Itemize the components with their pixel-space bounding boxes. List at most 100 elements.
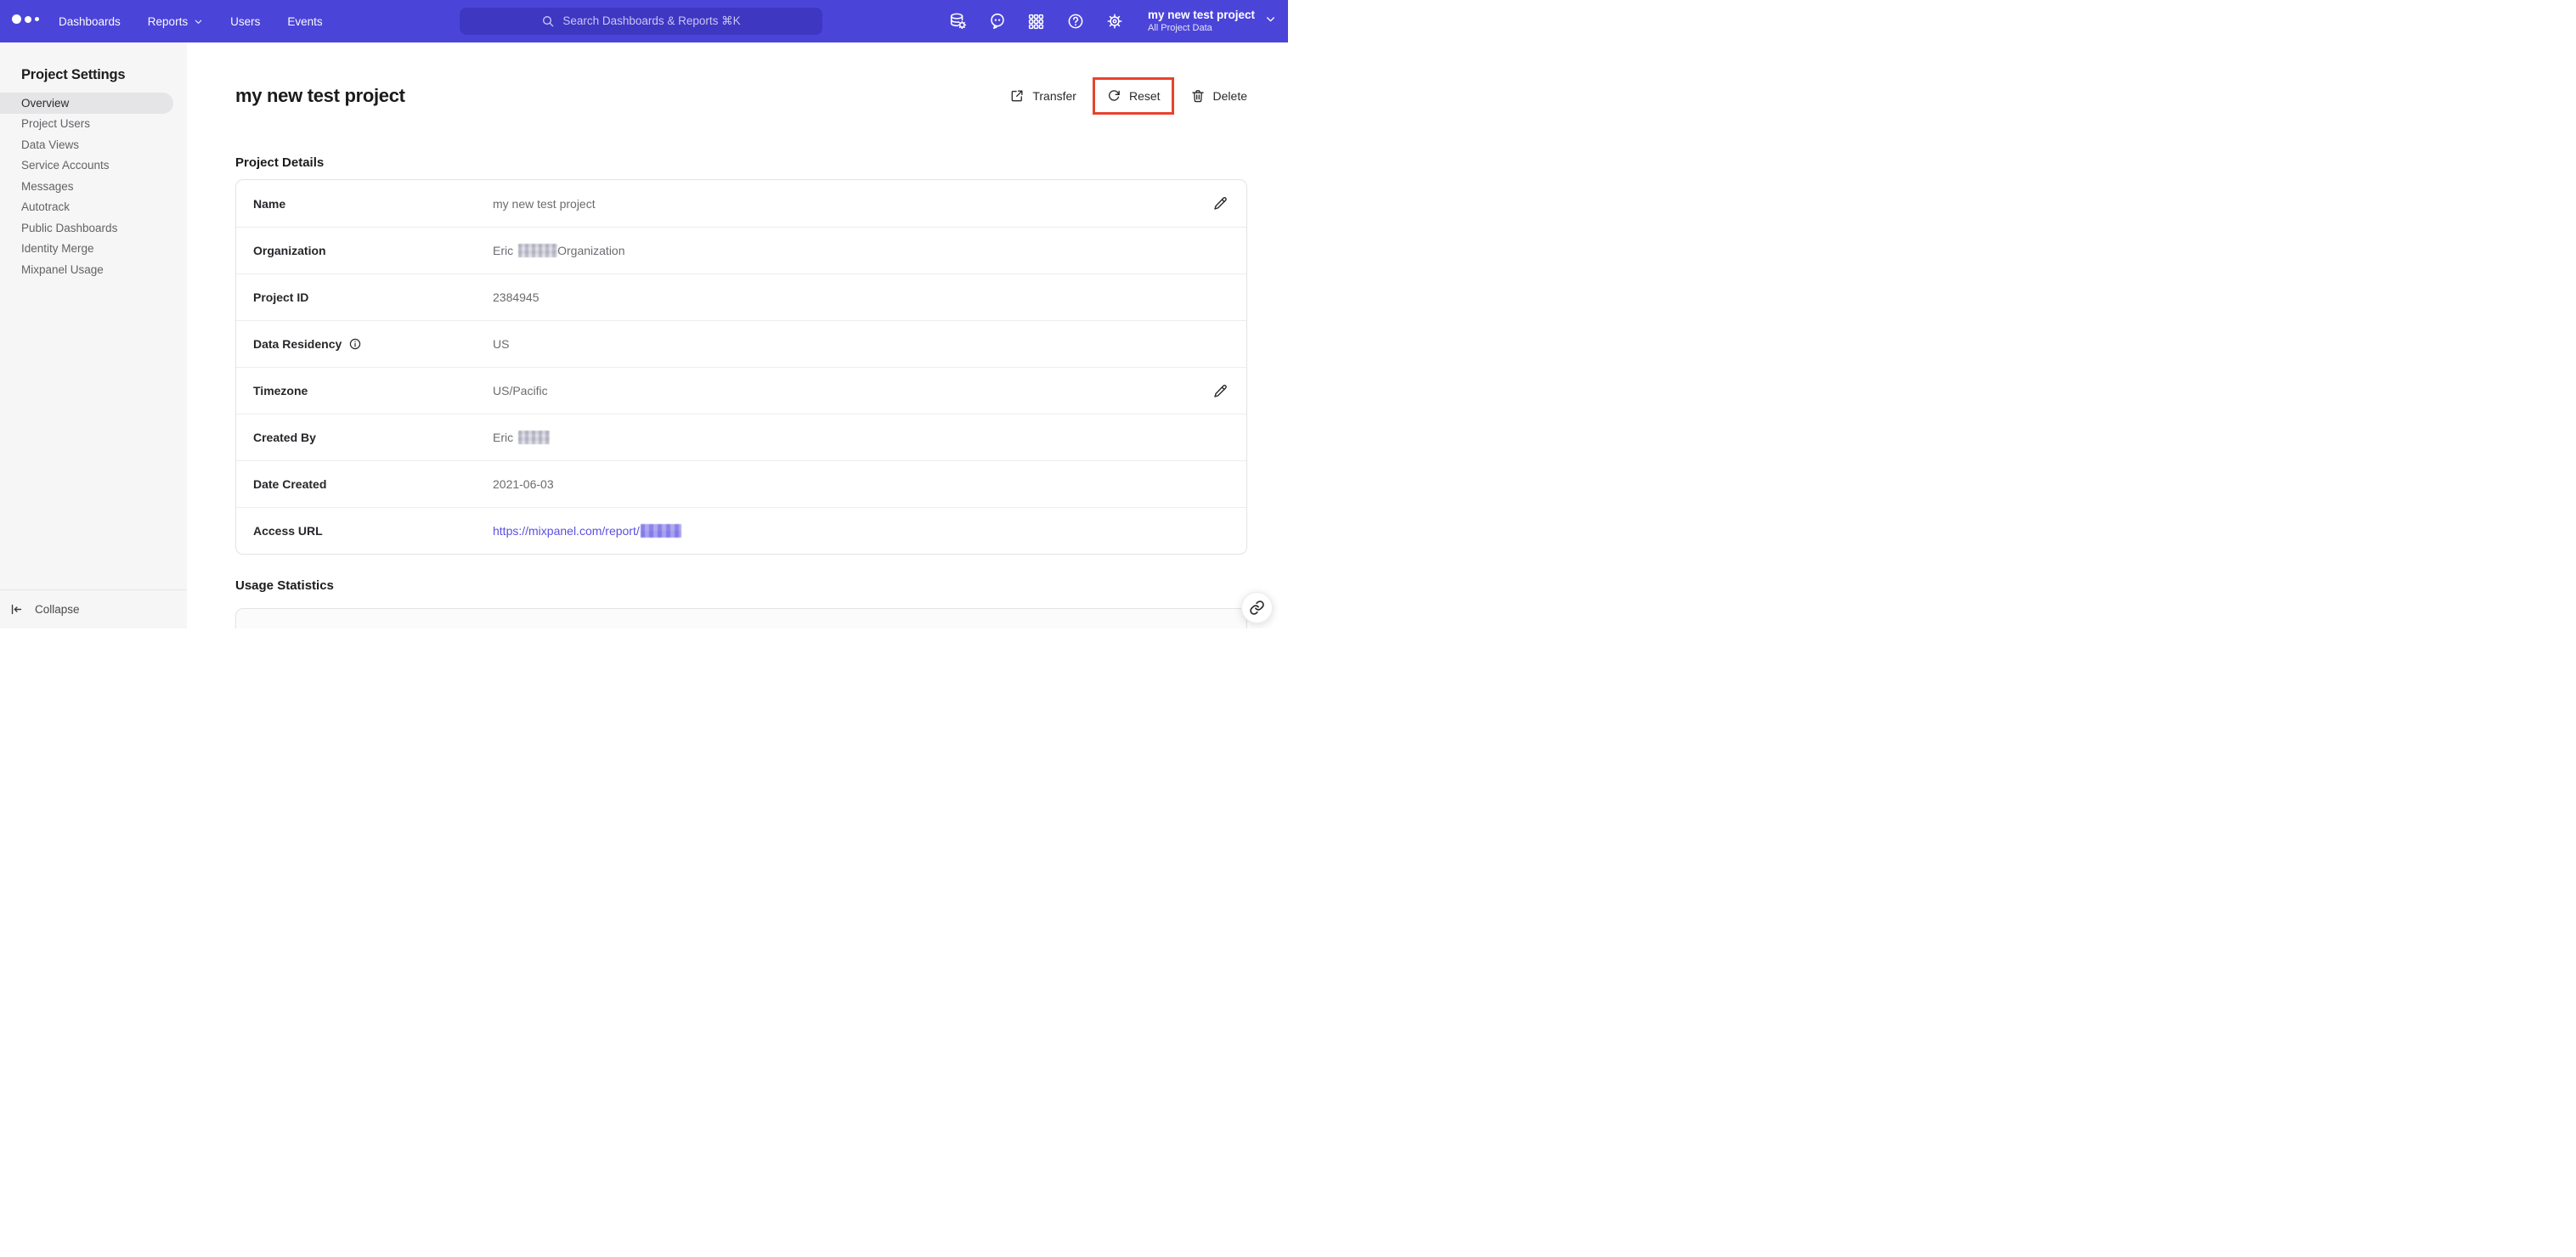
redacted-text <box>518 431 551 444</box>
settings-button[interactable] <box>1105 12 1124 31</box>
detail-row-access-url: Access URL https://mixpanel.com/report/ <box>236 507 1246 554</box>
nav-label: Reports <box>147 14 189 28</box>
search-placeholder: Search Dashboards & Reports ⌘K <box>562 14 741 27</box>
settings-sidebar: Project Settings Overview Project Users … <box>0 42 187 628</box>
pencil-icon <box>1212 195 1231 211</box>
nav-users[interactable]: Users <box>230 15 260 28</box>
row-value: my new test project <box>493 196 596 211</box>
search-icon <box>541 14 555 28</box>
detail-row-name: Name my new test project <box>236 180 1246 227</box>
delete-button[interactable]: Delete <box>1190 88 1247 104</box>
project-actions: Transfer Reset Delete <box>1009 77 1247 115</box>
help-button[interactable] <box>1066 12 1085 31</box>
link-text: https://mixpanel.com/report/ <box>493 524 640 538</box>
data-management-icon <box>949 12 968 31</box>
sidebar-item-data-views[interactable]: Data Views <box>0 134 173 155</box>
nav-label: Events <box>287 14 323 28</box>
pencil-icon <box>1212 383 1231 399</box>
sidebar-item-messages[interactable]: Messages <box>0 176 173 197</box>
reset-highlight-annotation: Reset <box>1092 77 1174 115</box>
project-selector-text: my new test project All Project Data <box>1148 8 1255 35</box>
delete-label: Delete <box>1212 89 1247 103</box>
transfer-label: Transfer <box>1032 89 1076 103</box>
feedback-button[interactable] <box>988 12 1007 31</box>
sidebar-item-project-users[interactable]: Project Users <box>0 114 173 135</box>
logo-dot <box>12 14 21 24</box>
apps-grid-icon <box>1027 13 1045 31</box>
edit-timezone-button[interactable] <box>1212 381 1231 400</box>
sidebar-item-autotrack[interactable]: Autotrack <box>0 197 173 218</box>
main-content: my new test project Transfer Reset Delet… <box>187 42 1288 628</box>
reset-icon <box>1106 88 1121 104</box>
sidebar-item-service-accounts[interactable]: Service Accounts <box>0 155 173 177</box>
detail-row-organization: Organization Eric Organization <box>236 227 1246 273</box>
app-window: Dashboards Reports Users Events Search D… <box>0 0 1288 628</box>
nav-right-cluster: my new test project All Project Data <box>949 0 1276 42</box>
value-text: Eric <box>493 431 514 444</box>
detail-row-project-id: Project ID 2384945 <box>236 273 1246 320</box>
collapse-icon <box>9 602 24 617</box>
primary-nav: Dashboards Reports Users Events <box>59 0 323 42</box>
row-value: Eric <box>493 431 551 444</box>
row-label: Date Created <box>253 477 327 491</box>
logo-dot <box>35 17 39 21</box>
chevron-down-icon <box>194 17 203 26</box>
data-management-button[interactable] <box>949 12 968 31</box>
row-label: Timezone <box>253 384 308 397</box>
row-label: Access URL <box>253 524 323 538</box>
label-text: Data Residency <box>253 337 342 351</box>
usage-statistics-card <box>235 608 1247 628</box>
row-value: US <box>493 337 510 351</box>
mixpanel-logo[interactable] <box>12 14 39 24</box>
access-url-link[interactable]: https://mixpanel.com/report/ <box>493 524 681 538</box>
detail-row-created-by: Created By Eric <box>236 414 1246 460</box>
current-project-name: my new test project <box>1147 8 1255 21</box>
detail-row-data-residency: Data Residency US <box>236 320 1246 367</box>
row-value: 2384945 <box>493 290 539 304</box>
sidebar-item-public-dashboards[interactable]: Public Dashboards <box>0 217 173 239</box>
project-details-heading: Project Details <box>235 155 325 170</box>
trash-icon <box>1190 88 1206 104</box>
sidebar-item-overview[interactable]: Overview <box>0 93 173 114</box>
redacted-text <box>518 244 558 257</box>
reset-button[interactable]: Reset <box>1106 88 1161 104</box>
nav-reports[interactable]: Reports <box>148 15 203 28</box>
value-text: Organization <box>557 244 625 257</box>
share-link-button[interactable] <box>1241 592 1273 623</box>
edit-name-button[interactable] <box>1212 194 1231 213</box>
current-project-scope: All Project Data <box>1147 22 1212 33</box>
title-row: my new test project Transfer Reset Delet… <box>235 76 1247 116</box>
row-label: Name <box>253 196 286 211</box>
nav-label: Users <box>230 14 261 28</box>
transfer-button[interactable]: Transfer <box>1009 88 1076 104</box>
row-label: Created By <box>253 431 316 444</box>
row-value: Eric Organization <box>493 244 625 257</box>
nav-events[interactable]: Events <box>287 15 322 28</box>
settings-gear-icon <box>1105 12 1124 31</box>
info-icon[interactable] <box>348 337 362 351</box>
feedback-icon <box>988 12 1007 31</box>
apps-grid-button[interactable] <box>1027 12 1046 31</box>
row-value: US/Pacific <box>493 384 548 397</box>
row-label: Project ID <box>253 290 309 304</box>
project-details-card: Name my new test project Organization Er… <box>235 179 1247 555</box>
detail-row-date-created: Date Created 2021-06-03 <box>236 460 1246 507</box>
chevron-down-icon <box>1265 14 1276 29</box>
sidebar-item-identity-merge[interactable]: Identity Merge <box>0 239 173 260</box>
link-icon <box>1249 600 1265 616</box>
nav-dashboards[interactable]: Dashboards <box>59 15 121 28</box>
sidebar-nav: Overview Project Users Data Views Servic… <box>0 93 187 280</box>
collapse-sidebar-button[interactable]: Collapse <box>0 589 187 628</box>
help-icon <box>1066 12 1085 31</box>
row-value: 2021-06-03 <box>493 477 554 491</box>
logo-dot <box>25 15 31 23</box>
value-text: Eric <box>493 244 514 257</box>
nav-label: Dashboards <box>59 14 121 28</box>
transfer-icon <box>1009 88 1025 104</box>
sidebar-item-mixpanel-usage[interactable]: Mixpanel Usage <box>0 259 173 280</box>
sidebar-title: Project Settings <box>21 67 126 82</box>
top-nav: Dashboards Reports Users Events Search D… <box>0 0 1288 42</box>
project-selector[interactable]: my new test project All Project Data <box>1148 8 1276 35</box>
detail-row-timezone: Timezone US/Pacific <box>236 367 1246 414</box>
search-input[interactable]: Search Dashboards & Reports ⌘K <box>460 8 822 35</box>
